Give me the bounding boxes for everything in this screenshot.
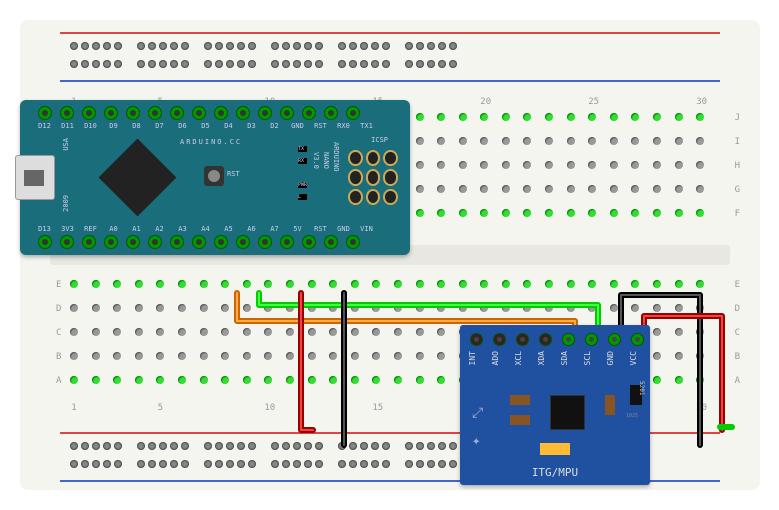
mpu-pins — [470, 333, 644, 346]
nano-region: USA — [62, 138, 70, 151]
axis-arrow-icon: ✦ — [472, 433, 480, 449]
nano-pin-d5 — [192, 106, 206, 120]
nano-labels-top: D12D11D10D9D8D7D6D5D4D3D2GNDRSTRX0TX1 — [37, 122, 374, 130]
reset-button-icon — [204, 166, 224, 186]
nano-model: ARDUINO — [332, 142, 340, 172]
nano-pin-a5 — [214, 235, 228, 249]
nano-pins-top — [38, 106, 360, 120]
nano-pin-d10 — [82, 106, 96, 120]
nano-pin-d13 — [38, 235, 52, 249]
axis-arrow-icon: ⤢ — [472, 405, 483, 421]
nano-rst-label: RST — [227, 170, 240, 178]
mpu-pin-xcl — [516, 333, 529, 346]
nano-pin-d9 — [104, 106, 118, 120]
nano-pin-gnd — [324, 235, 338, 249]
nano-model2: NANO — [322, 152, 330, 169]
nano-pin-d11 — [60, 106, 74, 120]
mpu-pin-gnd — [608, 333, 621, 346]
nano-labels-bottom: D133V3REFA0A1A2A3A4A5A6A75VRSTGNDVIN — [37, 225, 374, 233]
nano-pin-gnd — [280, 106, 294, 120]
rail-row — [70, 42, 469, 50]
power-rail-top — [20, 20, 760, 90]
led-rx: RX — [298, 158, 307, 164]
mpu-pin-vcc — [631, 333, 644, 346]
breadboard-row — [70, 280, 704, 288]
nano-pin-5v — [280, 235, 294, 249]
nano-pin-3v3 — [60, 235, 74, 249]
nano-pin-rx0 — [324, 106, 338, 120]
led-pwr: PWR — [298, 182, 307, 188]
nano-pins-bottom — [38, 235, 360, 249]
rail-row — [70, 60, 469, 68]
nano-pin-d3 — [236, 106, 250, 120]
nano-pin-tx1 — [346, 106, 360, 120]
nano-pin-a0 — [104, 235, 118, 249]
rail-row — [70, 460, 469, 468]
nano-pin-d12 — [38, 106, 52, 120]
usb-port-icon — [15, 155, 55, 200]
nano-pin-a2 — [148, 235, 162, 249]
nano-pin-rst — [302, 235, 316, 249]
nano-pin-d7 — [148, 106, 162, 120]
smd-component — [605, 395, 615, 415]
nano-pin-a6 — [236, 235, 250, 249]
nano-pin-a7 — [258, 235, 272, 249]
icsp-header — [348, 150, 398, 205]
wiring-diagram: 151015202530 151015202530 JJIIHHGGFFEEDD… — [0, 0, 779, 510]
nano-brand-text: ARDUINO.CC — [180, 138, 242, 146]
mpu-pin-scl — [585, 333, 598, 346]
nano-pin-ref — [82, 235, 96, 249]
nano-pin-d4 — [214, 106, 228, 120]
smd-component — [540, 443, 570, 455]
mpu-module: INTADOXCLXDASDASCLGNDVCC ⤢ ✦ 5201 1025 I… — [460, 325, 650, 485]
nano-pin-a4 — [192, 235, 206, 249]
chip-marking: 5201 — [638, 381, 645, 395]
nano-pin-vin — [346, 235, 360, 249]
chip-marking-2: 1025 — [626, 413, 638, 419]
breadboard-row — [70, 304, 704, 312]
smd-component — [510, 395, 530, 405]
mpu-pin-int — [470, 333, 483, 346]
atmega-chip-icon — [99, 139, 177, 217]
nano-pin-a3 — [170, 235, 184, 249]
rail-row — [70, 442, 469, 450]
mpu-labels: INTADOXCLXDASDASCLGNDVCC — [468, 351, 646, 365]
nano-icsp-label: ICSP — [371, 136, 388, 144]
mpu-pin-sda — [562, 333, 575, 346]
nano-pin-d8 — [126, 106, 140, 120]
nano-version: V3.0 — [312, 152, 320, 169]
nano-pin-rst — [302, 106, 316, 120]
led-l: L — [298, 194, 307, 200]
led-tx: TX — [298, 146, 307, 152]
nano-year: 2009 — [62, 195, 70, 212]
mpu-name-label: ITG/MPU — [460, 466, 650, 479]
nano-pin-d6 — [170, 106, 184, 120]
smd-component — [510, 415, 530, 425]
mpu-pin-xda — [539, 333, 552, 346]
arduino-nano-board: D12D11D10D9D8D7D6D5D4D3D2GNDRSTRX0TX1 D1… — [20, 100, 410, 255]
mpu-pin-ado — [493, 333, 506, 346]
nano-pin-a1 — [126, 235, 140, 249]
mpu-chip-icon — [550, 395, 585, 430]
nano-pin-d2 — [258, 106, 272, 120]
